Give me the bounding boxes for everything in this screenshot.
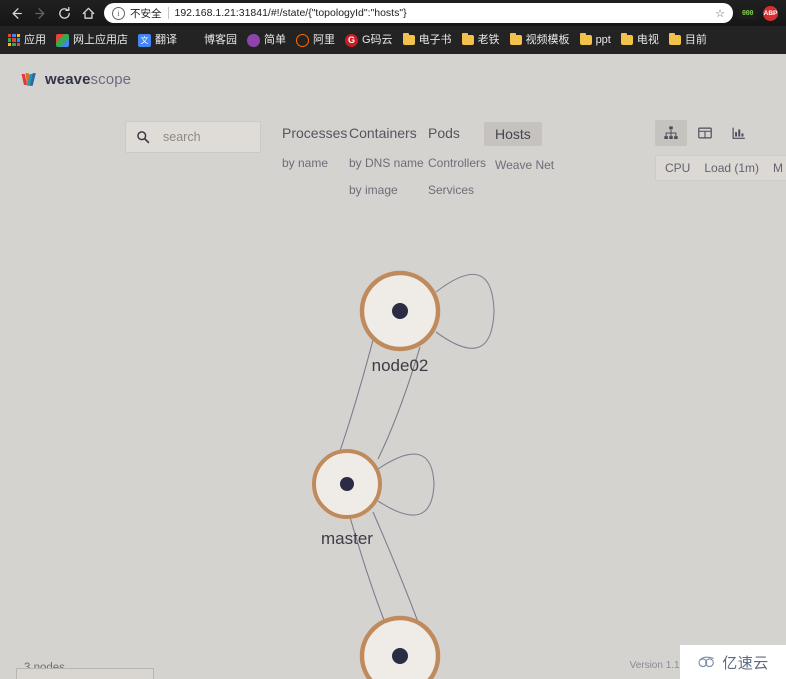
insecure-label: 不安全 (130, 7, 162, 20)
translate-icon: 文 (138, 33, 151, 47)
forward-arrow-icon (34, 7, 44, 19)
bookmark-label: 电视 (636, 33, 659, 46)
bookmark-item[interactable]: 应用 (3, 32, 51, 48)
edge-node02-master (339, 339, 374, 452)
graph-nodes (312, 270, 441, 679)
graph-view-icon (664, 126, 678, 140)
cloud-logo-icon (698, 656, 715, 668)
node-label-master: master (321, 529, 373, 548)
bookmark-label: 翻译 (155, 33, 177, 46)
gitee-icon: G (345, 33, 358, 47)
bookmark-label: 网上应用店 (73, 33, 128, 46)
bookmark-label: 老铁 (477, 33, 500, 46)
back-arrow-icon (12, 7, 22, 19)
info-icon[interactable]: i (112, 6, 125, 20)
watermark: 亿速云 (680, 645, 786, 679)
search-placeholder: search (163, 130, 201, 144)
topology-containers[interactable]: Containers (343, 122, 423, 144)
extension-icons: 000 ABP (739, 5, 782, 21)
bookmark-item[interactable]: 视频模板 (505, 32, 575, 48)
node-node02[interactable] (359, 270, 441, 352)
reload-button[interactable] (52, 2, 76, 24)
folder-icon (461, 32, 474, 45)
bookmark-item[interactable]: G G码云 (340, 32, 398, 49)
alibaba-icon (296, 33, 309, 47)
bookmark-label: 博客园 (204, 33, 237, 46)
table-view-icon (698, 127, 712, 139)
browser-toolbar: i 不安全 192.168.1.21:31841/#!/state/{"topo… (0, 0, 786, 26)
bookmark-label: 目前 (684, 33, 707, 46)
apps-grid-icon (8, 34, 20, 46)
app-header: weavescope search Processes by name Contai… (0, 54, 786, 197)
purple-circle-icon (247, 33, 260, 47)
bookmark-item[interactable]: 电视 (616, 32, 664, 48)
bookmark-item[interactable]: 电子书 (398, 32, 457, 48)
bookmark-label: 视频模板 (525, 33, 570, 46)
weave-logo-icon (21, 73, 36, 86)
search-icon (137, 131, 150, 144)
address-bar[interactable]: i 不安全 192.168.1.21:31841/#!/state/{"topo… (104, 3, 733, 23)
bookmark-label: ppt (595, 33, 611, 46)
resource-view-icon (732, 127, 745, 139)
bookmark-label: 电子书 (418, 33, 452, 46)
bookmark-item[interactable]: ppt (575, 32, 616, 48)
adblock-plus-icon[interactable]: ABP (763, 5, 778, 21)
home-icon (82, 7, 94, 19)
folder-icon (579, 32, 592, 45)
bookmark-item[interactable]: 简单 (242, 32, 291, 49)
url-text[interactable]: 192.168.1.21:31841/#!/state/{"topologyId… (175, 7, 712, 19)
back-button[interactable] (4, 2, 28, 24)
self-loop-node02 (435, 274, 495, 349)
self-loop-master (377, 453, 435, 516)
blog-icon (187, 34, 200, 47)
topology-processes[interactable]: Processes (276, 122, 353, 144)
logo-text-bold: weave (45, 71, 91, 88)
browser-chrome: i 不安全 192.168.1.21:31841/#!/state/{"topo… (0, 0, 786, 54)
edge-master-node01-2 (372, 511, 419, 623)
bookmark-label: 阿里 (313, 33, 335, 46)
time-travel-slider[interactable] (16, 668, 154, 679)
reload-icon (58, 6, 70, 19)
view-mode-selector (655, 120, 755, 146)
topology-pods[interactable]: Pods (422, 122, 466, 144)
node-master[interactable] (312, 449, 382, 519)
webstore-icon (56, 33, 69, 47)
logo-text-light: scope (90, 71, 132, 88)
bookmark-item[interactable]: 网上应用店 (51, 32, 133, 49)
omnibox-divider (167, 7, 169, 19)
bookmark-item[interactable]: 目前 (664, 32, 712, 48)
extension-green-icon[interactable]: 000 (739, 7, 756, 19)
bookmark-label: 应用 (24, 33, 46, 46)
forward-button[interactable] (28, 2, 52, 24)
folder-icon (402, 32, 415, 45)
weavescope-app: weavescope search Processes by name Contai… (0, 54, 786, 679)
node-node01[interactable] (359, 615, 441, 679)
watermark-text: 亿速云 (722, 653, 769, 672)
bookmark-label: G码云 (362, 33, 393, 46)
folder-icon (668, 32, 681, 45)
topology-graph[interactable]: node02 master node01 3 nodes Version 1.1… (0, 144, 786, 679)
bookmark-item[interactable]: 阿里 (291, 32, 340, 49)
home-button[interactable] (76, 2, 100, 24)
screenshot-root: i 不安全 192.168.1.21:31841/#!/state/{"topo… (0, 0, 786, 679)
star-icon[interactable]: ☆ (715, 7, 725, 20)
graph-svg (312, 270, 495, 679)
bookmark-item[interactable]: 文翻译 (133, 32, 182, 49)
folder-icon (509, 32, 522, 45)
bookmarks-bar: 应用 网上应用店文翻译 博客园 简单 阿里 G G码云 电子书 老铁 视频模板 ppt 电视 目前 (0, 26, 786, 54)
bookmark-label: 简单 (264, 33, 286, 46)
bookmark-item[interactable]: 老铁 (457, 32, 505, 48)
node-label-node02: node02 (371, 356, 429, 375)
bookmark-item[interactable]: 博客园 (182, 32, 242, 49)
graph-view-button[interactable] (655, 120, 687, 146)
weavescope-logo[interactable]: weavescope (20, 70, 131, 89)
folder-icon (620, 32, 633, 45)
resource-view-button[interactable] (723, 120, 755, 146)
logo-text: weavescope (45, 71, 131, 88)
table-view-button[interactable] (689, 120, 721, 146)
topology-hosts[interactable]: Hosts (484, 122, 542, 146)
